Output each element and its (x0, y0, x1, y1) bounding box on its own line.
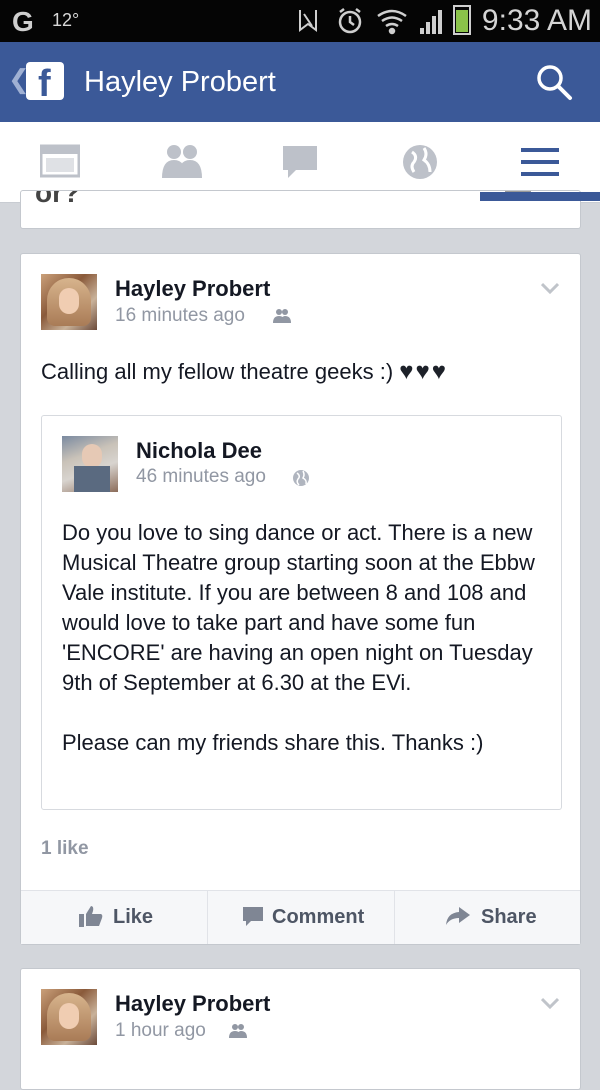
share-arrow-icon (446, 907, 470, 925)
like-count[interactable]: 1 like (41, 838, 89, 860)
post-card: Hayley Probert 16 minutes ago Calling al… (20, 253, 581, 945)
shared-post[interactable]: Nichola Dee 46 minutes ago Do you love t… (41, 415, 562, 810)
chevron-down-icon[interactable] (541, 997, 559, 1009)
status-bar: G 12° 9:33 AM (0, 0, 600, 42)
shared-author-avatar[interactable] (62, 436, 118, 492)
temperature: 12° (52, 10, 80, 30)
post-timestamp[interactable]: 16 minutes ago (115, 305, 245, 327)
facebook-logo-icon[interactable]: f (26, 62, 64, 104)
wifi-icon (377, 9, 407, 35)
shared-post-paragraph: Please can my friends share this. Thanks… (62, 730, 484, 755)
like-button[interactable]: Like (21, 891, 207, 944)
active-tab-indicator (480, 192, 600, 201)
public-globe-icon (293, 470, 309, 486)
post-message: Calling all my fellow theatre geeks :) (41, 359, 400, 384)
next-post-author[interactable]: Hayley Probert (115, 991, 270, 1017)
comment-icon (243, 907, 263, 926)
google-icon: G (12, 6, 34, 37)
thumbs-up-icon (79, 906, 103, 927)
share-label: Share (481, 906, 537, 928)
next-post-card: Hayley Probert 1 hour ago (20, 968, 581, 1090)
friends-audience-icon (229, 1024, 247, 1038)
next-post-timestamp[interactable]: 1 hour ago (115, 1020, 206, 1042)
shared-post-timestamp[interactable]: 46 minutes ago (136, 466, 266, 488)
shared-avatar-body (74, 466, 110, 492)
search-icon[interactable] (534, 62, 574, 102)
friends-audience-icon (273, 309, 291, 323)
page-title: Hayley Probert (84, 66, 276, 98)
shared-post-author[interactable]: Nichola Dee (136, 438, 262, 464)
signal-icon (420, 10, 442, 34)
post-text: Calling all my fellow theatre geeks :) ♥… (41, 358, 448, 386)
messages-icon (283, 146, 317, 178)
hearts-emoji: ♥♥♥ (399, 358, 449, 385)
avatar[interactable] (41, 274, 97, 330)
shared-post-paragraph: Do you love to sing dance or act. There … (62, 520, 535, 695)
avatar-face (59, 288, 79, 314)
chevron-down-icon[interactable] (541, 282, 559, 294)
shared-post-body: Do you love to sing dance or act. There … (62, 518, 552, 788)
post-actions: Like Comment Share (21, 890, 580, 944)
facebook-logo-letter: f (38, 63, 51, 105)
alarm-icon (338, 8, 362, 34)
clock: 9:33 AM (481, 4, 592, 37)
comment-label: Comment (272, 906, 365, 928)
comment-button[interactable]: Comment (208, 891, 394, 944)
app-header: ❮ f Hayley Probert (0, 42, 600, 122)
share-button[interactable]: Share (395, 891, 581, 944)
nfc-icon (299, 10, 317, 32)
avatar-face (59, 1003, 79, 1029)
battery-icon (453, 5, 471, 35)
shared-avatar-head (82, 444, 102, 468)
post-author[interactable]: Hayley Probert (115, 276, 270, 302)
friends-icon (162, 145, 202, 178)
menu-icon (521, 148, 559, 176)
previous-post-text: or? (35, 190, 81, 208)
avatar[interactable] (41, 989, 97, 1045)
status-icons (299, 5, 471, 35)
notifications-globe-icon (403, 145, 437, 179)
news-feed-icon (40, 144, 80, 178)
like-label: Like (113, 906, 154, 928)
